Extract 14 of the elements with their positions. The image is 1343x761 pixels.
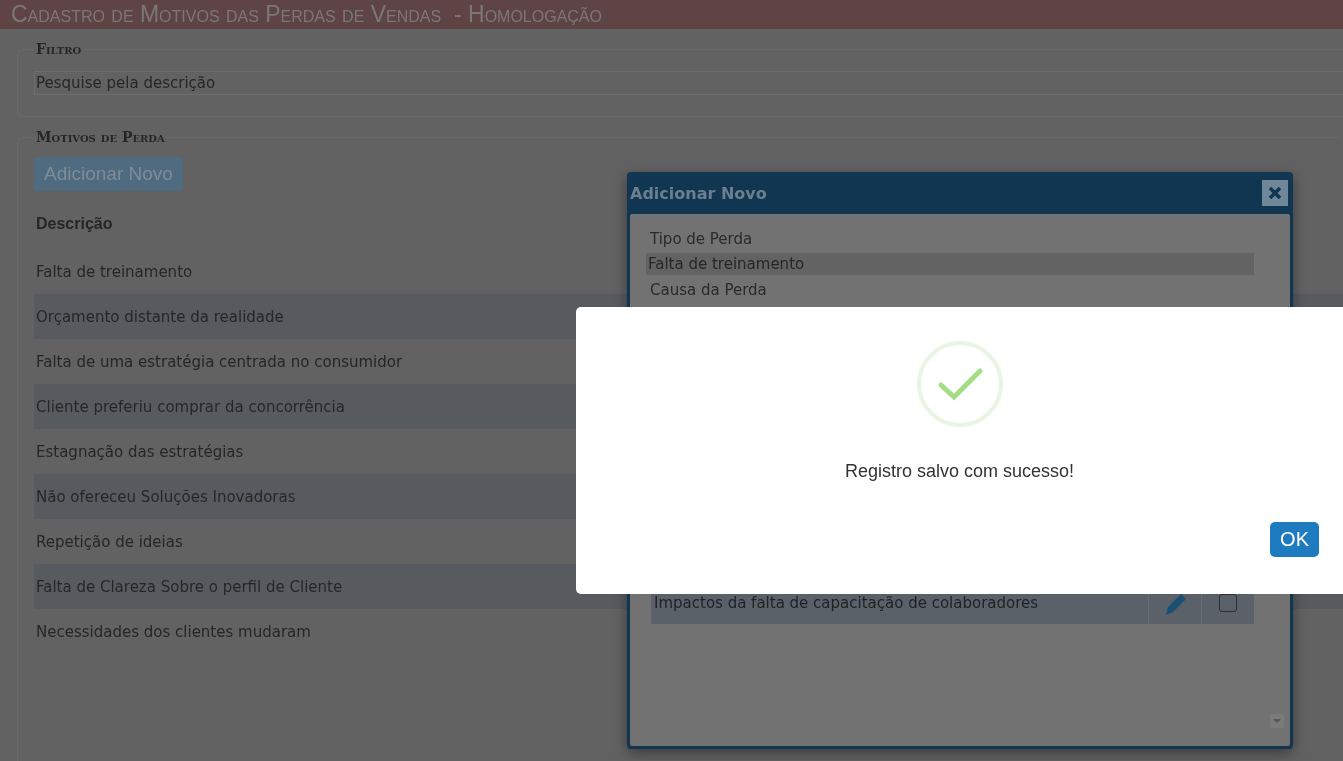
close-icon[interactable]: [1262, 180, 1288, 206]
section-legend: Motivos de Perda: [34, 129, 167, 145]
scroll-down-icon[interactable]: [1270, 714, 1284, 728]
field-label: Tipo de Perda: [650, 230, 754, 248]
search-field[interactable]: Pesquise pela descrição: [34, 71, 1343, 95]
type-field[interactable]: Falta de treinamento: [646, 253, 1254, 275]
section-legend: Filtro: [34, 41, 84, 57]
column-header: Descrição: [36, 215, 114, 233]
field-label: Causa da Perda: [650, 281, 768, 299]
alert-message: Registro salvo com sucesso!: [844, 461, 1075, 482]
dialog-title: Adicionar Novo: [630, 183, 767, 203]
success-check-icon: [915, 340, 1004, 428]
cause-cell-text: Impactos da falta de capacitação de colaboradores: [653, 593, 1040, 614]
ok-button[interactable]: OK: [1270, 522, 1319, 557]
